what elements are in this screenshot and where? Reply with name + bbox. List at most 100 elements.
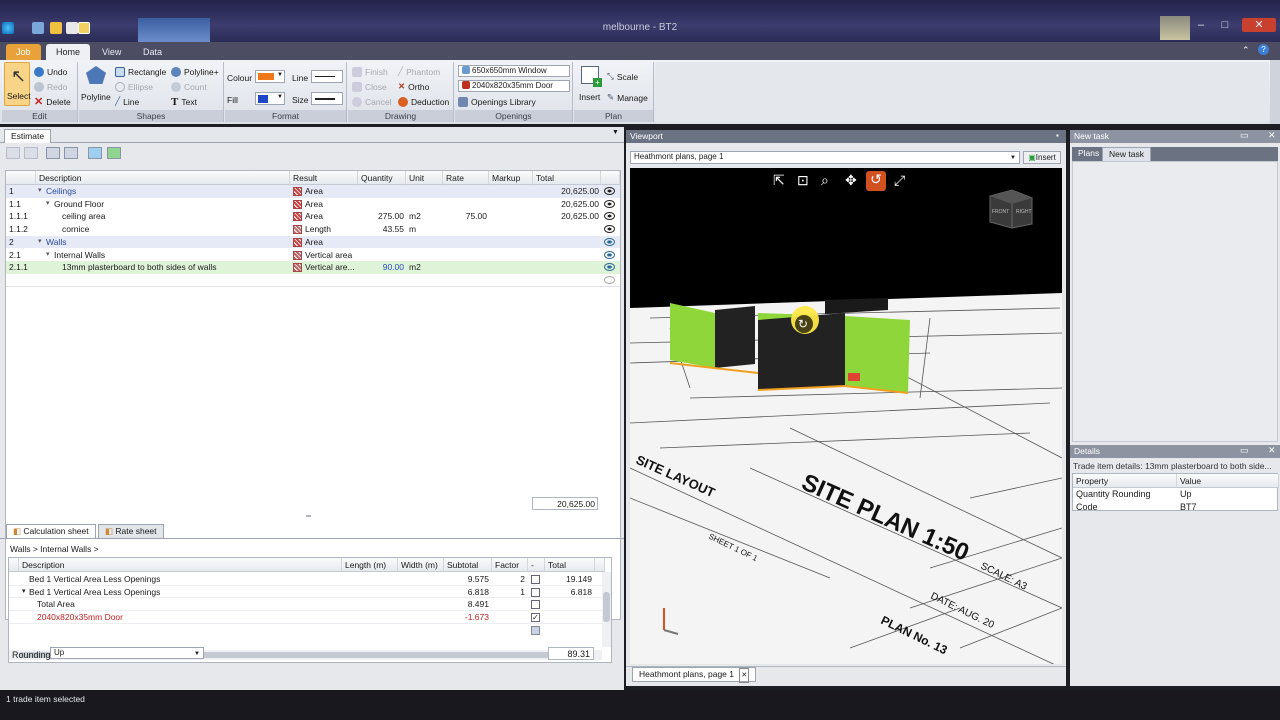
openings-library-button[interactable]: Openings Library <box>458 95 536 108</box>
estimate-row-quantity[interactable]: 275.00 <box>358 210 404 223</box>
maximize-button[interactable]: □ <box>1214 18 1236 32</box>
estimate-row-description[interactable]: 13mm plasterboard to both sides of walls <box>62 261 302 274</box>
estimate-row-description[interactable]: Internal Walls <box>54 249 294 262</box>
calc-row[interactable]: 2040x820x35mm Door -1.673 ✓ <box>9 611 602 624</box>
details-minimize-icon[interactable]: ▭ <box>1240 445 1249 456</box>
ellipse-button[interactable]: Ellipse <box>115 80 153 93</box>
visibility-eye-icon[interactable] <box>604 212 615 221</box>
text-button[interactable]: T Text <box>171 95 197 108</box>
visibility-eye-icon[interactable] <box>604 263 615 272</box>
estimate-row-description[interactable]: ceiling area <box>62 210 302 223</box>
calc-row[interactable]: Total Area 8.491 <box>9 598 602 612</box>
calc-col-total[interactable]: Total <box>545 558 595 572</box>
size-picker[interactable] <box>311 92 343 105</box>
visibility-eye-icon[interactable] <box>604 250 615 259</box>
select-button[interactable]: ↖ Select <box>4 62 31 106</box>
tab-job[interactable]: Job <box>6 44 41 60</box>
calc-col-width[interactable]: Width (m) <box>398 558 444 572</box>
expand-icon[interactable] <box>24 147 38 159</box>
estimate-row-description[interactable]: Walls <box>46 236 286 249</box>
redo-button[interactable]: Redo <box>34 80 67 93</box>
close-tab-icon[interactable]: ✕ <box>739 668 750 683</box>
estimate-row-rate[interactable]: 75.00 <box>443 210 487 223</box>
details-col-property[interactable]: Property <box>1073 474 1177 488</box>
tab-estimate[interactable]: Estimate <box>4 129 52 143</box>
cancel-drawing-button[interactable]: Cancel <box>352 95 391 108</box>
add-subitem-icon[interactable] <box>107 147 121 159</box>
viewport-3d-canvas[interactable]: SITE PLAN 1:50 SITE LAYOUT SHEET 1 OF 1 … <box>630 168 1062 664</box>
rounding-select[interactable]: Up ▼ <box>50 647 204 659</box>
panel-menu-icon[interactable]: ▼ <box>612 129 619 136</box>
window-opening-select[interactable]: 650x650mm Window <box>458 65 570 77</box>
table-row[interactable]: 2.1.1 13mm plasterboard to both sides of … <box>6 261 620 274</box>
tab-data[interactable]: Data <box>133 44 172 60</box>
undo-button[interactable]: Undo <box>34 65 67 78</box>
finish-button[interactable]: Finish <box>352 65 388 78</box>
visibility-eye-icon[interactable] <box>604 275 615 284</box>
close-shape-button[interactable]: Close <box>352 80 387 93</box>
ribbon-scrollbar[interactable] <box>1270 60 1280 124</box>
polyline-plus-button[interactable]: Polyline+ <box>171 65 219 78</box>
col-markup[interactable]: Markup <box>489 171 533 185</box>
rectangle-button[interactable]: Rectangle <box>115 65 166 78</box>
add-item-icon[interactable] <box>88 147 102 159</box>
table-row[interactable]: ▾ 2.1 Internal Walls Vertical area <box>6 248 620 262</box>
expand-toggle-icon[interactable]: ▾ <box>22 586 26 599</box>
col-rate[interactable]: Rate <box>443 171 489 185</box>
tab-plans[interactable]: Plans <box>1072 147 1106 161</box>
estimate-row-quantity[interactable]: 43.55 <box>358 223 404 236</box>
outdent-icon[interactable] <box>64 147 78 159</box>
pan-icon[interactable]: ✥ <box>845 172 857 189</box>
deduct-checkbox[interactable] <box>531 575 540 584</box>
new-row[interactable] <box>6 274 620 287</box>
close-button[interactable]: ✕ <box>1242 18 1276 32</box>
viewport-insert-button[interactable]: ▣Insert <box>1023 151 1061 164</box>
count-button[interactable]: Count <box>171 80 207 93</box>
table-row[interactable]: 1.1.2 cornice Length 43.55 m <box>6 223 620 236</box>
tab-calculation-sheet[interactable]: ◧ Calculation sheet <box>6 524 96 538</box>
table-row[interactable]: ▾ 1.1 Ground Floor Area 20,625.00 <box>6 197 620 211</box>
col-description[interactable]: Description <box>36 171 290 185</box>
collapse-ribbon-icon[interactable]: ⌃ <box>1242 45 1250 56</box>
deduct-checkbox[interactable] <box>531 600 540 610</box>
indent-icon[interactable] <box>46 147 60 159</box>
orbit-icon[interactable]: ↺ <box>866 171 886 191</box>
details-col-value[interactable]: Value <box>1177 474 1279 488</box>
door-opening-select[interactable]: 2040x820x35mm Door <box>458 80 570 92</box>
visibility-eye-icon[interactable] <box>604 225 615 234</box>
visibility-eye-icon[interactable] <box>604 187 615 195</box>
phantom-button[interactable]: ╱ Phantom <box>398 65 440 78</box>
calc-col-factor[interactable]: Factor <box>492 558 528 572</box>
tab-view[interactable]: View <box>92 44 131 60</box>
calc-col-subtotal[interactable]: Subtotal <box>444 558 492 572</box>
fullscreen-icon[interactable]: ⤢ <box>894 172 905 189</box>
collapse-icon[interactable] <box>6 147 20 159</box>
calc-col-description[interactable]: Description <box>19 558 342 572</box>
help-icon[interactable]: ? <box>1258 44 1269 55</box>
delete-button[interactable]: ✕ Delete <box>34 95 71 108</box>
minimize-button[interactable]: – <box>1190 18 1212 32</box>
table-row[interactable]: ▾ 2 Walls Area <box>6 235 620 249</box>
colour-picker[interactable]: ▼ <box>255 70 285 83</box>
visibility-eye-icon[interactable] <box>604 237 615 246</box>
manage-button[interactable]: ✎ Manage <box>607 91 648 104</box>
calc-col-length[interactable]: Length (m) <box>342 558 398 572</box>
details-row-value[interactable]: BT7 <box>1180 502 1197 512</box>
calc-vertical-scrollbar[interactable] <box>602 572 611 647</box>
grid-splitter[interactable]: ═ <box>306 513 311 520</box>
tab-home[interactable]: Home <box>46 44 91 60</box>
calc-row[interactable]: ▾ Bed 1 Vertical Area Less Openings 6.818 1… <box>9 586 602 599</box>
calc-row[interactable]: Bed 1 Vertical Area Less Openings 9.575 2 1… <box>9 573 602 586</box>
ortho-button[interactable]: ✕ Ortho <box>398 80 429 93</box>
tab-new-task[interactable]: New task <box>1102 147 1151 161</box>
zoom-window-icon[interactable]: ⊡ <box>797 172 809 189</box>
expand-toggle-icon[interactable]: ▾ <box>38 185 42 198</box>
polyline-button[interactable]: Polyline <box>81 64 113 106</box>
expand-toggle-icon[interactable]: ▾ <box>46 198 50 211</box>
visibility-eye-icon[interactable] <box>604 199 615 208</box>
deduct-checkbox[interactable] <box>531 587 540 597</box>
fill-picker[interactable]: ▼ <box>255 92 285 105</box>
calc-scroll-thumb[interactable] <box>603 592 610 622</box>
calc-new-row[interactable] <box>9 624 602 637</box>
tab-heathmont-plans[interactable]: Heathmont plans, page 1 ✕ <box>632 667 757 683</box>
